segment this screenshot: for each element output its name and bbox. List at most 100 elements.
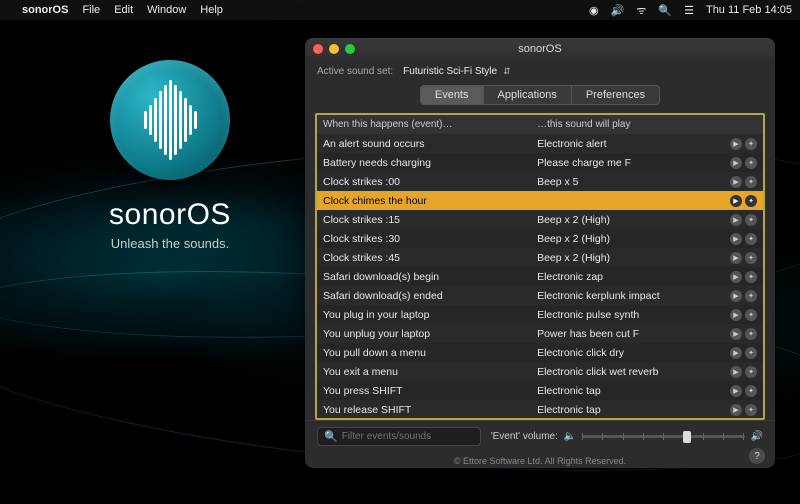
play-icon[interactable]: ▶ — [730, 271, 742, 283]
row-event: You pull down a menu — [317, 347, 531, 359]
volume-slider[interactable] — [582, 435, 744, 438]
play-icon[interactable]: ▶ — [730, 138, 742, 150]
play-icon[interactable]: ▶ — [730, 195, 742, 207]
row-event: You exit a menu — [317, 366, 531, 378]
row-event: You plug in your laptop — [317, 309, 531, 321]
table-row[interactable]: You unplug your laptopPower has been cut… — [317, 324, 763, 343]
table-row[interactable]: You exit a menuElectronic click wet reve… — [317, 362, 763, 381]
search-icon: 🔍 — [324, 430, 338, 443]
table-row[interactable]: Safari download(s) endedElectronic kerpl… — [317, 286, 763, 305]
status-app-icon[interactable]: ◉ — [589, 4, 599, 17]
row-sound: Electronic alert — [531, 138, 719, 150]
row-sound: Power has been cut F — [531, 328, 719, 340]
menu-window[interactable]: Window — [147, 4, 186, 16]
row-event: You unplug your laptop — [317, 328, 531, 340]
column-actions-header — [719, 115, 763, 134]
row-sound: Electronic tap — [531, 404, 719, 416]
row-sound: Electronic tap — [531, 385, 719, 397]
table-row[interactable]: You pull down a menuElectronic click dry… — [317, 343, 763, 362]
speaker-high-icon: 🔊 — [751, 431, 763, 442]
add-icon[interactable]: ✦ — [745, 309, 757, 321]
row-sound: Electronic click dry — [531, 347, 719, 359]
table-row[interactable]: You press SHIFTElectronic tap▶✦ — [317, 381, 763, 400]
row-sound: Beep x 2 (High) — [531, 233, 719, 245]
play-icon[interactable]: ▶ — [730, 157, 742, 169]
play-icon[interactable]: ▶ — [730, 176, 742, 188]
help-button[interactable]: ? — [749, 448, 765, 464]
menu-bar: sonorOS File Edit Window Help ◉ 🔊 ᯤ 🔍 ☰ … — [0, 0, 800, 20]
table-row[interactable]: You release SHIFTElectronic tap▶✦ — [317, 400, 763, 418]
add-icon[interactable]: ✦ — [745, 252, 757, 264]
add-icon[interactable]: ✦ — [745, 347, 757, 359]
events-table: When this happens (event)… …this sound w… — [315, 113, 765, 420]
add-icon[interactable]: ✦ — [745, 290, 757, 302]
add-icon[interactable]: ✦ — [745, 366, 757, 378]
row-sound: Beep x 5 — [531, 176, 719, 188]
search-field[interactable]: 🔍 — [317, 427, 481, 446]
add-icon[interactable]: ✦ — [745, 157, 757, 169]
play-icon[interactable]: ▶ — [730, 366, 742, 378]
tab-bar: Events Applications Preferences — [305, 81, 775, 113]
add-icon[interactable]: ✦ — [745, 271, 757, 283]
control-center-icon[interactable]: ☰ — [684, 4, 694, 17]
column-sound-header[interactable]: …this sound will play — [531, 115, 719, 134]
window-footer: 🔍 'Event' volume: 🔈 🔊 — [305, 420, 775, 452]
menubar-app-name[interactable]: sonorOS — [22, 4, 68, 16]
play-icon[interactable]: ▶ — [730, 385, 742, 397]
spotlight-icon[interactable]: 🔍 — [658, 4, 672, 17]
row-event: Clock strikes :45 — [317, 252, 531, 264]
row-sound: Electronic kerplunk impact — [531, 290, 719, 302]
column-event-header[interactable]: When this happens (event)… — [317, 115, 531, 134]
menu-file[interactable]: File — [82, 4, 100, 16]
table-row[interactable]: Battery needs chargingPlease charge me F… — [317, 153, 763, 172]
play-icon[interactable]: ▶ — [730, 347, 742, 359]
table-row[interactable]: Safari download(s) beginElectronic zap▶✦ — [317, 267, 763, 286]
table-row[interactable]: Clock strikes :45Beep x 2 (High) ▶✦ — [317, 248, 763, 267]
volume-label: 'Event' volume: — [491, 431, 558, 442]
row-event: Safari download(s) ended — [317, 290, 531, 302]
soundset-select[interactable]: Futuristic Sci-Fi Style ⇵ — [403, 66, 510, 77]
play-icon[interactable]: ▶ — [730, 252, 742, 264]
window-titlebar[interactable]: sonorOS — [305, 38, 775, 60]
soundset-label: Active sound set: — [317, 66, 393, 77]
play-icon[interactable]: ▶ — [730, 290, 742, 302]
add-icon[interactable]: ✦ — [745, 233, 757, 245]
soundset-value: Futuristic Sci-Fi Style — [403, 66, 497, 77]
add-icon[interactable]: ✦ — [745, 214, 757, 226]
row-sound: Beep x 2 (High) — [531, 252, 719, 264]
row-event: Clock chimes the hour — [317, 195, 531, 207]
minimize-button[interactable] — [329, 44, 339, 54]
add-icon[interactable]: ✦ — [745, 195, 757, 207]
wifi-icon[interactable]: ᯤ — [636, 3, 646, 18]
play-icon[interactable]: ▶ — [730, 309, 742, 321]
row-event: Battery needs charging — [317, 157, 531, 169]
play-icon[interactable]: ▶ — [730, 328, 742, 340]
menu-edit[interactable]: Edit — [114, 4, 133, 16]
table-row[interactable]: Clock strikes :15Beep x 2 (High)▶✦ — [317, 210, 763, 229]
menu-help[interactable]: Help — [200, 4, 223, 16]
add-icon[interactable]: ✦ — [745, 328, 757, 340]
row-sound: Beep x 2 (High) — [531, 214, 719, 226]
tab-preferences[interactable]: Preferences — [572, 85, 660, 105]
play-icon[interactable]: ▶ — [730, 404, 742, 416]
volume-slider-thumb[interactable] — [683, 431, 691, 443]
search-input[interactable] — [342, 431, 474, 442]
add-icon[interactable]: ✦ — [745, 176, 757, 188]
row-event: An alert sound occurs — [317, 138, 531, 150]
add-icon[interactable]: ✦ — [745, 404, 757, 416]
tab-applications[interactable]: Applications — [484, 85, 572, 105]
tab-events[interactable]: Events — [420, 85, 484, 105]
volume-icon[interactable]: 🔊 — [611, 4, 625, 17]
play-icon[interactable]: ▶ — [730, 214, 742, 226]
add-icon[interactable]: ✦ — [745, 385, 757, 397]
table-row[interactable]: Clock strikes :30Beep x 2 (High)▶✦ — [317, 229, 763, 248]
menubar-clock[interactable]: Thu 11 Feb 14:05 — [706, 4, 792, 16]
table-row[interactable]: An alert sound occursElectronic alert ▶✦ — [317, 134, 763, 153]
close-button[interactable] — [313, 44, 323, 54]
play-icon[interactable]: ▶ — [730, 233, 742, 245]
add-icon[interactable]: ✦ — [745, 138, 757, 150]
zoom-button[interactable] — [345, 44, 355, 54]
table-row[interactable]: Clock chimes the hour ▶✦ — [317, 191, 763, 210]
table-row[interactable]: Clock strikes :00Beep x 5▶✦ — [317, 172, 763, 191]
table-row[interactable]: You plug in your laptopElectronic pulse … — [317, 305, 763, 324]
